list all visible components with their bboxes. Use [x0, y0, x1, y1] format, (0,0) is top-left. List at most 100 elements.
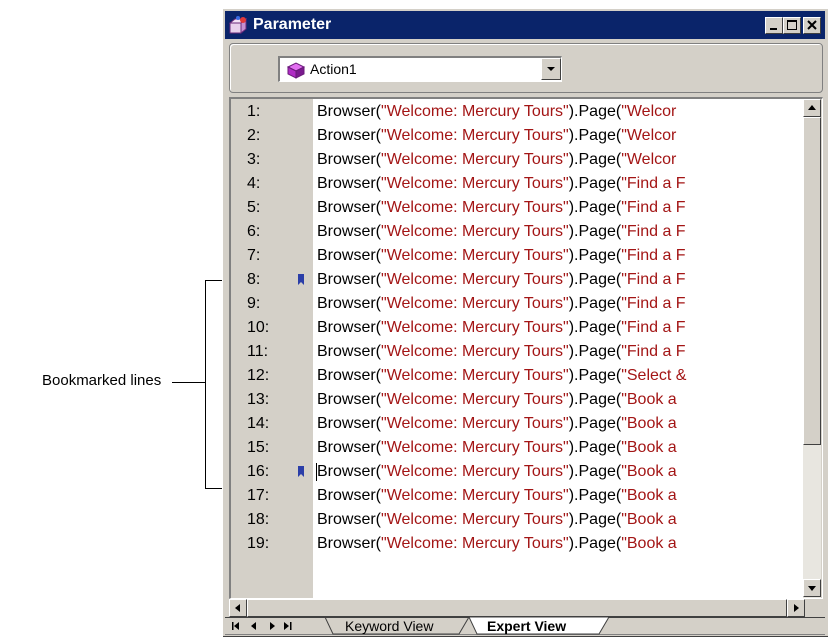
maximize-button[interactable] [783, 17, 801, 34]
next-tab-icon[interactable] [265, 619, 279, 633]
string-literal: "Book a [621, 487, 677, 504]
code-text: Browser("Welcome: Mercury Tours").Page("… [317, 244, 686, 268]
code-token: Browser( [317, 343, 382, 360]
code-text: Browser("Welcome: Mercury Tours").Page("… [317, 364, 686, 388]
horizontal-scrollbar[interactable] [229, 599, 805, 617]
string-literal: "Find a F [621, 175, 686, 192]
line-number: 8: [247, 271, 261, 288]
last-tab-icon[interactable] [281, 619, 295, 633]
code-text: Browser("Welcome: Mercury Tours").Page("… [317, 220, 686, 244]
code-token: ).Page( [568, 535, 622, 552]
string-literal: "Welcome: Mercury Tours" [381, 511, 569, 528]
code-text: Browser("Welcome: Mercury Tours").Page("… [317, 340, 686, 364]
code-token: Browser( [317, 319, 382, 336]
close-button[interactable] [803, 17, 821, 34]
code-line[interactable]: 18: Browser("Welcome: Mercury Tours").Pag… [231, 508, 803, 532]
code-line[interactable]: 7: Browser("Welcome: Mercury Tours").Page… [231, 244, 803, 268]
code-text: Browser("Welcome: Mercury Tours").Page("… [317, 148, 676, 172]
code-token: ).Page( [568, 391, 622, 408]
code-token: Browser( [317, 127, 382, 144]
code-text: Browser("Welcome: Mercury Tours").Page("… [317, 292, 686, 316]
code-token: ).Page( [568, 487, 622, 504]
string-literal: "Find a F [621, 319, 686, 336]
line-number: 13: [247, 391, 270, 408]
string-literal: "Welcome: Mercury Tours" [381, 319, 569, 336]
minimize-button[interactable] [765, 17, 783, 34]
code-line[interactable]: 6: Browser("Welcome: Mercury Tours").Page… [231, 220, 803, 244]
code-token: ).Page( [568, 127, 622, 144]
bookmark-icon [298, 274, 304, 285]
code-token: ).Page( [568, 271, 622, 288]
code-token: ).Page( [568, 103, 622, 120]
string-literal: "Welcome: Mercury Tours" [381, 391, 569, 408]
code-text: Browser("Welcome: Mercury Tours").Page("… [317, 268, 686, 292]
code-line[interactable]: 5: Browser("Welcome: Mercury Tours").Page… [231, 196, 803, 220]
code-line[interactable]: 17: Browser("Welcome: Mercury Tours").Pag… [231, 484, 803, 508]
scroll-up-button[interactable] [803, 99, 821, 117]
code-text: Browser("Welcome: Mercury Tours").Page("… [317, 124, 676, 148]
code-line[interactable]: 11: Browser("Welcome: Mercury Tours").Pag… [231, 340, 803, 364]
line-number: 17: [247, 487, 270, 504]
string-literal: "Find a F [621, 271, 686, 288]
scroll-left-button[interactable] [229, 599, 247, 617]
code-text: Browser("Welcome: Mercury Tours").Page("… [317, 412, 677, 436]
code-token: Browser( [317, 151, 382, 168]
action-dropdown[interactable]: Action1 [278, 56, 562, 82]
code-line[interactable]: 12: Browser("Welcome: Mercury Tours").Pag… [231, 364, 803, 388]
code-line[interactable]: 13: Browser("Welcome: Mercury Tours").Pag… [231, 388, 803, 412]
code-line[interactable]: 19: Browser("Welcome: Mercury Tours").Pag… [231, 532, 803, 556]
vertical-scroll-thumb[interactable] [803, 117, 821, 445]
line-number: 15: [247, 439, 270, 456]
code-text: Browser("Welcome: Mercury Tours").Page("… [317, 460, 677, 484]
line-number: 12: [247, 367, 270, 384]
code-editor[interactable]: 1: Browser("Welcome: Mercury Tours").Page… [229, 97, 823, 599]
code-token: ).Page( [568, 415, 622, 432]
code-text: Browser("Welcome: Mercury Tours").Page("… [317, 316, 686, 340]
code-token: Browser( [317, 391, 382, 408]
string-literal: "Welcome: Mercury Tours" [381, 415, 569, 432]
code-line[interactable]: 14: Browser("Welcome: Mercury Tours").Pag… [231, 412, 803, 436]
tab-expert-view[interactable]: Expert View [487, 617, 566, 635]
code-line[interactable]: 1: Browser("Welcome: Mercury Tours").Page… [231, 100, 803, 124]
line-number: 10: [247, 319, 270, 336]
code-line[interactable]: 4: Browser("Welcome: Mercury Tours").Page… [231, 172, 803, 196]
string-literal: "Book a [621, 535, 677, 552]
scroll-down-button[interactable] [803, 579, 821, 597]
string-literal: "Welcome: Mercury Tours" [381, 103, 569, 120]
string-literal: "Welcome: Mercury Tours" [381, 247, 569, 264]
arrow-up-icon [808, 105, 816, 110]
line-number: 18: [247, 511, 270, 528]
code-token: Browser( [317, 367, 382, 384]
string-literal: "Book a [621, 439, 677, 456]
tab-keyword-view[interactable]: Keyword View [345, 617, 433, 635]
vertical-scrollbar[interactable] [803, 99, 821, 598]
horizontal-scroll-thumb[interactable] [247, 599, 787, 617]
line-number: 3: [247, 151, 261, 168]
code-token: ).Page( [568, 319, 622, 336]
string-literal: "Book a [621, 391, 677, 408]
code-token: ).Page( [568, 511, 622, 528]
string-literal: "Welcome: Mercury Tours" [381, 127, 569, 144]
code-line[interactable]: 8: Browser("Welcome: Mercury Tours").Page… [231, 268, 803, 292]
previous-tab-icon[interactable] [247, 619, 261, 633]
string-literal: "Book a [621, 463, 677, 480]
first-tab-icon[interactable] [229, 619, 243, 633]
title-bar[interactable]: Parameter [225, 11, 825, 39]
code-token: Browser( [317, 463, 382, 480]
code-line[interactable]: 9: Browser("Welcome: Mercury Tours").Page… [231, 292, 803, 316]
code-token: ).Page( [568, 223, 622, 240]
code-token: ).Page( [568, 439, 622, 456]
code-text: Browser("Welcome: Mercury Tours").Page("… [317, 532, 677, 556]
code-line[interactable]: 15: Browser("Welcome: Mercury Tours").Pag… [231, 436, 803, 460]
code-token: Browser( [317, 175, 382, 192]
dropdown-button[interactable] [541, 58, 561, 80]
code-line[interactable]: 10: Browser("Welcome: Mercury Tours").Pag… [231, 316, 803, 340]
code-line[interactable]: 2: Browser("Welcome: Mercury Tours").Page… [231, 124, 803, 148]
string-literal: "Welcome: Mercury Tours" [381, 223, 569, 240]
chevron-down-icon [547, 67, 555, 71]
string-literal: "Find a F [621, 199, 686, 216]
line-number: 2: [247, 127, 261, 144]
scroll-right-button[interactable] [787, 599, 805, 617]
code-line[interactable]: 3: Browser("Welcome: Mercury Tours").Page… [231, 148, 803, 172]
code-text: Browser("Welcome: Mercury Tours").Page("… [317, 508, 677, 532]
